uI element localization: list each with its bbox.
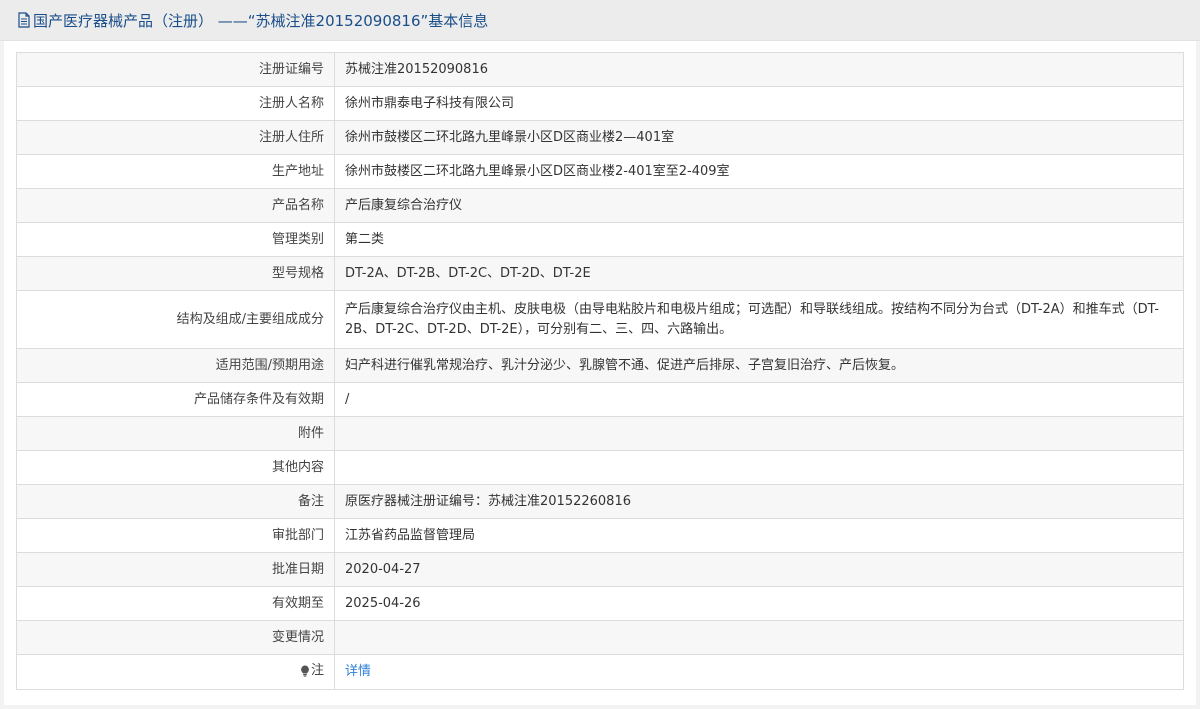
content-area: 注册证编号 苏械注准20152090816 注册人名称 徐州市鼎泰电子科技有限公… [4, 41, 1196, 705]
row-value: 产后康复综合治疗仪由主机、皮肤电极（由导电粘胶片和电极片组成；可选配）和导联线组… [334, 290, 1184, 349]
row-value: 原医疗器械注册证编号：苏械注准20152260816 [334, 484, 1184, 519]
row-value [334, 416, 1184, 451]
details-link[interactable]: 详情 [345, 664, 371, 679]
page-header: 国产医疗器械产品（注册） ——“苏械注准20152090816”基本信息 [0, 0, 1200, 41]
note-label-text: 注 [310, 662, 324, 678]
lightbulb-icon [301, 665, 309, 677]
table-row: 结构及组成/主要组成成分 产后康复综合治疗仪由主机、皮肤电极（由导电粘胶片和电极… [16, 290, 1184, 349]
row-value: 2020-04-27 [334, 552, 1184, 587]
row-value: / [334, 382, 1184, 417]
row-label: 附件 [16, 416, 335, 451]
row-value: DT-2A、DT-2B、DT-2C、DT-2D、DT-2E [334, 256, 1184, 291]
table-row: 注册人住所 徐州市鼓楼区二环北路九里峰景小区D区商业楼2—401室 [16, 120, 1184, 155]
row-label: 其他内容 [16, 450, 335, 485]
row-label: 批准日期 [16, 552, 335, 587]
table-row: 变更情况 [16, 620, 1184, 655]
row-label: 注册人名称 [16, 86, 335, 121]
row-value: 产后康复综合治疗仪 [334, 188, 1184, 223]
row-value: 徐州市鼓楼区二环北路九里峰景小区D区商业楼2—401室 [334, 120, 1184, 155]
note-label: 注 [300, 661, 324, 681]
table-row: 产品名称 产后康复综合治疗仪 [16, 188, 1184, 223]
row-label: 产品储存条件及有效期 [16, 382, 335, 417]
table-row: 有效期至 2025-04-26 [16, 586, 1184, 621]
row-value: 江苏省药品监督管理局 [334, 518, 1184, 553]
row-label: 注册证编号 [16, 52, 335, 87]
table-row: 注册人名称 徐州市鼎泰电子科技有限公司 [16, 86, 1184, 121]
page-panel: 国产医疗器械产品（注册） ——“苏械注准20152090816”基本信息 注册证… [0, 0, 1200, 709]
table-row: 产品储存条件及有效期 / [16, 382, 1184, 417]
document-icon [18, 12, 30, 28]
row-value: 妇产科进行催乳常规治疗、乳汁分泌少、乳腺管不通、促进产后排尿、子宫复旧治疗、产后… [334, 348, 1184, 383]
table-row: 型号规格 DT-2A、DT-2B、DT-2C、DT-2D、DT-2E [16, 256, 1184, 291]
table-row: 备注 原医疗器械注册证编号：苏械注准20152260816 [16, 484, 1184, 519]
row-value: 第二类 [334, 222, 1184, 257]
row-label: 型号规格 [16, 256, 335, 291]
row-label: 产品名称 [16, 188, 335, 223]
row-label: 适用范围/预期用途 [16, 348, 335, 383]
row-label: 生产地址 [16, 154, 335, 189]
table-row: 其他内容 [16, 450, 1184, 485]
table-row: 附件 [16, 416, 1184, 451]
info-table: 注册证编号 苏械注准20152090816 注册人名称 徐州市鼎泰电子科技有限公… [16, 52, 1184, 690]
row-value: 徐州市鼓楼区二环北路九里峰景小区D区商业楼2-401室至2-409室 [334, 154, 1184, 189]
table-row: 适用范围/预期用途 妇产科进行催乳常规治疗、乳汁分泌少、乳腺管不通、促进产后排尿… [16, 348, 1184, 383]
table-row: 管理类别 第二类 [16, 222, 1184, 257]
row-label: 备注 [16, 484, 335, 519]
table-row: 生产地址 徐州市鼓楼区二环北路九里峰景小区D区商业楼2-401室至2-409室 [16, 154, 1184, 189]
row-value [334, 450, 1184, 485]
row-label: 结构及组成/主要组成成分 [16, 290, 335, 349]
table-row: 注册证编号 苏械注准20152090816 [16, 52, 1184, 87]
row-value: 苏械注准20152090816 [334, 52, 1184, 87]
table-row: 审批部门 江苏省药品监督管理局 [16, 518, 1184, 553]
row-label: 注册人住所 [16, 120, 335, 155]
note-label-cell: 注 [16, 654, 335, 690]
row-value: 2025-04-26 [334, 586, 1184, 621]
note-value-cell: 详情 [334, 654, 1184, 690]
table-row: 批准日期 2020-04-27 [16, 552, 1184, 587]
row-label: 变更情况 [16, 620, 335, 655]
row-label: 审批部门 [16, 518, 335, 553]
note-row: 注 详情 [16, 654, 1184, 690]
row-label: 有效期至 [16, 586, 335, 621]
page-title: 国产医疗器械产品（注册） ——“苏械注准20152090816”基本信息 [33, 11, 489, 30]
row-value: 徐州市鼎泰电子科技有限公司 [334, 86, 1184, 121]
row-value [334, 620, 1184, 655]
row-label: 管理类别 [16, 222, 335, 257]
